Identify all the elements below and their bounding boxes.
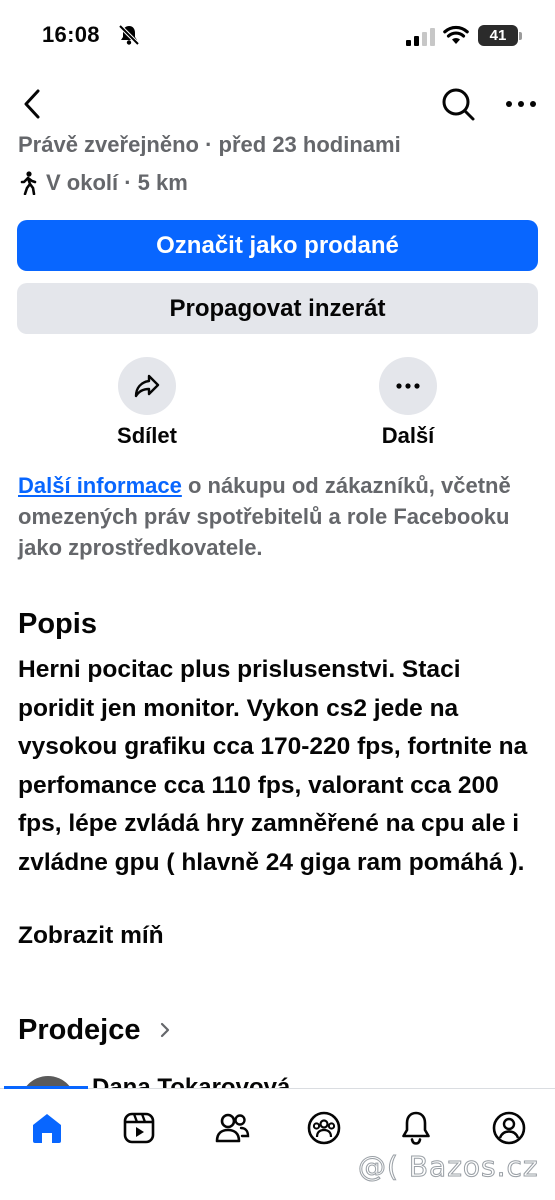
walking-icon <box>20 171 37 195</box>
tab-home[interactable] <box>27 1108 67 1148</box>
status-bar: 16:08 41 <box>0 0 555 70</box>
mark-as-sold-button[interactable]: Označit jako prodané <box>17 220 538 271</box>
share-button[interactable] <box>118 357 176 415</box>
more-button[interactable] <box>379 357 437 415</box>
description-title: Popis <box>18 608 97 640</box>
seller-title: Prodejce <box>18 1013 141 1046</box>
tab-video[interactable] <box>119 1108 159 1148</box>
active-tab-indicator <box>4 1086 88 1089</box>
signal-icon <box>406 28 435 46</box>
tab-notifications[interactable] <box>396 1108 436 1148</box>
bell-off-icon <box>118 24 140 46</box>
tab-friends[interactable] <box>212 1108 252 1148</box>
navigation-bar <box>0 70 555 138</box>
share-action[interactable]: Sdílet <box>87 357 207 449</box>
notifications-icon <box>402 1111 430 1145</box>
more-info-link[interactable]: Další informace <box>18 473 182 498</box>
battery-cap <box>519 32 522 40</box>
friends-icon <box>215 1113 250 1143</box>
groups-icon <box>307 1111 341 1145</box>
more-action[interactable]: Další <box>348 357 468 449</box>
status-time: 16:08 <box>42 22 100 47</box>
show-less-link[interactable]: Zobrazit míň <box>18 922 164 950</box>
more-label: Další <box>381 423 435 448</box>
tab-groups[interactable] <box>304 1108 344 1148</box>
location-row: V okolí · 5 km <box>18 168 188 198</box>
share-icon <box>134 374 160 398</box>
chevron-right-icon <box>160 1022 169 1038</box>
seller-name[interactable]: Dana Tokarovová <box>92 1072 392 1089</box>
bazos-watermark: @( Bazos.cz <box>358 1150 539 1184</box>
profile-icon <box>492 1111 526 1145</box>
purchase-info-text: Další informace o nákupu od zákazníků, v… <box>18 470 538 563</box>
listed-time-value: Právě zveřejněno · před 23 hodinami <box>18 132 401 156</box>
listed-time-text: Právě zveřejněno · před 23 hodinami <box>18 130 538 156</box>
ellipsis-icon <box>396 383 420 389</box>
battery-indicator: 41 <box>478 25 518 46</box>
more-options-icon[interactable] <box>504 86 538 122</box>
bottom-tab-bar <box>0 1088 555 1200</box>
seller-section-header[interactable]: Prodejce <box>18 1010 171 1050</box>
home-icon <box>33 1114 61 1143</box>
tab-profile[interactable] <box>489 1108 529 1148</box>
location-text: V okolí · 5 km <box>46 170 188 195</box>
wifi-icon <box>443 25 469 44</box>
seller-name-text: Dana Tokarovová <box>92 1074 291 1089</box>
back-arrow-icon[interactable] <box>18 86 50 122</box>
description-body: Herni pocitac plus prislusenstvi. Staci … <box>18 656 528 876</box>
promote-listing-button[interactable]: Propagovat inzerát <box>17 283 538 334</box>
search-icon[interactable] <box>440 86 476 122</box>
video-icon <box>123 1112 155 1144</box>
share-label: Sdílet <box>117 423 177 448</box>
